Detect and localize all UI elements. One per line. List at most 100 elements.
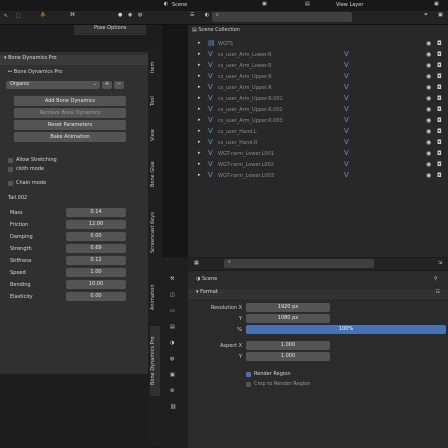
expand-icon[interactable]: ▸ <box>198 106 201 112</box>
expand-icon[interactable]: ▸ <box>198 150 201 156</box>
expand-icon[interactable]: ▸ <box>198 84 201 90</box>
view-layer-label[interactable]: View Layer <box>336 2 363 8</box>
view-layer-tab-icon[interactable]: ▤ <box>170 324 175 330</box>
resolution-y-field[interactable]: 1080 px <box>246 314 330 323</box>
filter-icon[interactable]: ◐ <box>205 12 209 18</box>
expand-icon[interactable]: ▸ <box>198 51 201 57</box>
render-camera-icon[interactable]: ◘ <box>437 172 442 179</box>
pin-icon[interactable]: ⇲ <box>438 260 442 266</box>
scene-collection-row[interactable]: ▤ Scene Collection <box>192 27 240 33</box>
render-camera-icon[interactable]: ◘ <box>437 95 442 102</box>
outliner-row[interactable]: ▸ ▤ WGTS ◉ ◘ <box>188 39 448 49</box>
scene-browse-icon[interactable]: ▣ <box>262 1 267 7</box>
visibility-eye-icon[interactable]: ◉ <box>426 73 431 80</box>
render-camera-icon[interactable]: ◘ <box>437 106 442 113</box>
reset-parameters-button[interactable]: Reset Parameters <box>14 120 126 130</box>
outliner-search-input[interactable]: ⌕ <box>212 12 352 22</box>
allow-stretching-checkbox[interactable] <box>8 158 13 163</box>
render-camera-icon[interactable]: ◘ <box>437 117 442 124</box>
resolution-x-field[interactable]: 1920 px <box>246 303 330 312</box>
visibility-eye-icon[interactable]: ◉ <box>426 84 431 91</box>
preset-remove-button[interactable]: − <box>114 81 124 89</box>
allow-stretching-row[interactable]: Allow Stretching <box>8 157 57 163</box>
outliner-row[interactable]: ▸ V WGT-rarm_Lower.L003 V ◉ ◘ <box>188 171 448 181</box>
render-region-checkbox[interactable] <box>246 372 251 377</box>
parameter-value-field[interactable]: 10.00 <box>66 280 126 289</box>
sidebar-tab[interactable]: Screencast Keys <box>150 198 160 268</box>
list-icon[interactable]: ☷ <box>436 289 440 295</box>
parameter-value-field[interactable]: 0.12 <box>66 256 126 265</box>
visibility-eye-icon[interactable]: ◉ <box>426 117 431 124</box>
expand-icon[interactable]: ▸ <box>198 40 201 46</box>
visibility-eye-icon[interactable]: ◉ <box>426 128 431 135</box>
add-bone-dynamics-button[interactable]: Add Bone Dynamics <box>14 96 126 106</box>
addon-title-bar[interactable]: ▾ Bone Dynamics Pro <box>0 55 148 65</box>
visibility-eye-icon[interactable]: ◉ <box>426 139 431 146</box>
sidebar-tab[interactable]: Bone Glue <box>150 154 160 194</box>
format-panel-header[interactable]: ▾ Format ☷ <box>188 289 448 299</box>
render-camera-icon[interactable]: ◘ <box>437 84 442 91</box>
outliner-row[interactable]: ▸ Vcs_user_Arm_Lower.R V ◉ ◘ <box>188 50 448 60</box>
outliner-row[interactable]: ▸ V WGT-rarm_Lower.L001 V ◉ ◘ <box>188 149 448 159</box>
chain-mode-row[interactable]: Chain mode <box>8 180 46 186</box>
scene-icon[interactable]: ◐ <box>162 1 170 9</box>
modifier-icon[interactable]: ⚙ <box>170 388 174 394</box>
outliner-display-icon[interactable]: ☰ <box>190 12 194 18</box>
render-camera-icon[interactable]: ◘ <box>437 150 442 157</box>
parameter-value-field[interactable]: 0.00 <box>66 232 126 241</box>
funnel-icon[interactable]: ⏷ <box>424 12 428 18</box>
parameter-value-field[interactable]: 0.14 <box>66 208 126 217</box>
outliner-row[interactable]: ▸ Vcs_user_Arm_Upper.R.003 V ◉ ◘ <box>188 116 448 126</box>
sphere-material-icon[interactable]: ◉ <box>128 12 132 18</box>
object-mode-icon[interactable]: ⬚ <box>16 13 21 19</box>
expand-icon[interactable]: ▸ <box>198 117 201 123</box>
expand-icon[interactable]: ▸ <box>198 128 201 134</box>
parameter-value-field[interactable]: 0.00 <box>66 292 126 301</box>
outliner-row[interactable]: ▸ Vcs_user_Hand.R V ◉ ◘ <box>188 138 448 148</box>
expand-icon[interactable]: ▸ <box>198 95 201 101</box>
render-camera-icon[interactable]: ◘ <box>437 73 442 80</box>
outliner-row[interactable]: ▸ Vcs_user_Hand.L V ◉ ◘ <box>188 127 448 137</box>
sidebar-tab[interactable]: Bone Dynamics Pro <box>150 326 160 396</box>
outliner-row[interactable]: ▸ V WGT-rarm_Lower.L002 V ◉ ◘ <box>188 160 448 170</box>
view-layer-browse-icon[interactable]: ▣ <box>434 1 439 7</box>
global-icon[interactable]: ⌘ <box>70 12 75 18</box>
visibility-eye-icon[interactable]: ◉ <box>426 95 431 102</box>
pose-mode-icon[interactable]: ⛹ <box>40 12 46 18</box>
visibility-eye-icon[interactable]: ◉ <box>426 161 431 168</box>
parameter-value-field[interactable]: 0.69 <box>66 244 126 253</box>
render-camera-icon[interactable]: ◘ <box>437 40 442 47</box>
visibility-eye-icon[interactable]: ◉ <box>426 40 431 47</box>
render-region-row[interactable]: Render Region <box>246 371 291 377</box>
expand-icon[interactable]: ▸ <box>198 172 201 178</box>
outliner-row[interactable]: ▸ Vcs_user_Arm_Upper.R.001 V ◉ ◘ <box>188 94 448 104</box>
tool-icon[interactable]: ⚒ <box>170 276 174 282</box>
scene-tab-icon[interactable]: ◑ <box>170 340 174 346</box>
visibility-eye-icon[interactable]: ◉ <box>426 172 431 179</box>
bake-animation-button[interactable]: Bake Animation <box>14 132 126 142</box>
cursor-icon[interactable]: ↖ <box>4 13 8 19</box>
view-layer-icon[interactable]: ▤ <box>305 1 310 7</box>
cloth-mode-checkbox[interactable] <box>8 167 13 172</box>
aspect-x-field[interactable]: 1.000 <box>246 341 330 350</box>
render-camera-icon[interactable]: ◘ <box>437 139 442 146</box>
viewport-3d[interactable] <box>162 25 188 257</box>
properties-editor-icon[interactable]: ▦ <box>194 260 199 266</box>
parameter-value-field[interactable]: 12.00 <box>66 220 126 229</box>
scene-label[interactable]: Scene <box>172 2 187 8</box>
expand-icon[interactable]: ▸ <box>198 139 201 145</box>
sidebar-tab[interactable]: Item <box>150 52 160 82</box>
outliner-row[interactable]: ▸ Vcs_user_Arm_Upper.R.002 V ◉ ◘ <box>188 105 448 115</box>
render-camera-icon[interactable]: ◘ <box>437 62 442 69</box>
sphere-solid-icon[interactable]: ● <box>118 12 122 18</box>
visibility-eye-icon[interactable]: ◉ <box>426 51 431 58</box>
expand-icon[interactable]: ▸ <box>198 73 201 79</box>
sphere-render-icon[interactable]: ◍ <box>138 12 142 18</box>
preset-add-button[interactable]: + <box>102 81 112 89</box>
world-icon[interactable]: ◍ <box>170 356 174 362</box>
outliner-row[interactable]: ▸ Vcs_user_Arm_Lower.R V ◉ ◘ <box>188 61 448 71</box>
pin-toggle-icon[interactable]: ⚲ <box>434 276 438 282</box>
cloth-mode-row[interactable]: cloth mode <box>8 166 44 172</box>
constraint-icon[interactable]: ⛓ <box>170 404 176 410</box>
expand-icon[interactable]: ▸ <box>198 161 201 167</box>
